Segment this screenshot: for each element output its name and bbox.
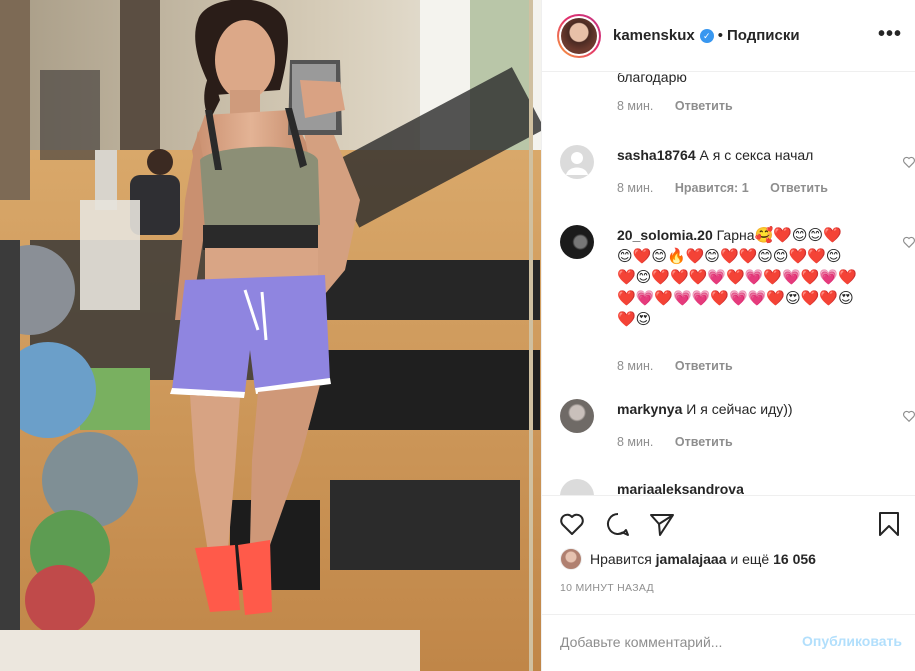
comment-like-icon[interactable]	[902, 155, 915, 169]
comment-time: 8 мин.	[617, 99, 654, 113]
more-options-icon[interactable]: •••	[878, 24, 902, 44]
liker-avatar[interactable]	[560, 548, 582, 570]
comment-input[interactable]	[560, 631, 790, 653]
comment-time: 8 мин.	[617, 435, 654, 449]
comment-meta: 8 мин. Нравится: 1 Ответить	[617, 181, 846, 195]
paper-plane-icon[interactable]	[648, 510, 676, 538]
comment-content: И я сейчас иду))	[686, 401, 793, 417]
reply-button[interactable]: Ответить	[770, 181, 828, 195]
reply-button[interactable]: Ответить	[675, 99, 733, 113]
comment-icon[interactable]	[604, 510, 632, 538]
liker-username[interactable]: jamalajaaa	[656, 551, 727, 567]
verified-badge-icon: ✓	[699, 28, 714, 43]
commenter-avatar[interactable]	[560, 399, 594, 433]
comment-content: Гарна	[716, 227, 755, 243]
comment-meta: 8 мин. Ответить	[617, 359, 751, 373]
comment-time: 8 мин.	[617, 359, 654, 373]
comment-content: благодарю	[617, 73, 687, 85]
comment-text: mariaaleksandrova	[617, 479, 857, 495]
commenter-username[interactable]: 20_solomia.20	[617, 227, 713, 243]
comment-meta: 8 мин. Ответить	[617, 435, 751, 449]
comment-text: 20_solomia.20 Гарна🥰❤️😊😊❤️😊❤️😊🔥❤️😊❤️❤️😊😊…	[617, 225, 857, 330]
post-sidebar: kamenskux ✓ • Подписки ••• благодарю 8 м…	[541, 0, 915, 671]
reply-button[interactable]: Ответить	[675, 359, 733, 373]
bookmark-icon[interactable]	[875, 510, 903, 538]
comment-meta: 8 мин. Ответить	[617, 99, 751, 113]
comment-likes-button[interactable]: Нравится: 1	[675, 181, 749, 195]
comment-like-icon[interactable]	[902, 235, 915, 249]
author-username[interactable]: kamenskux	[613, 27, 695, 44]
commenter-username[interactable]: markynya	[617, 401, 682, 417]
post-timestamp[interactable]: 10 МИНУТ НАЗАД	[560, 582, 654, 594]
reply-button[interactable]: Ответить	[675, 435, 733, 449]
comment-text: благодарю	[617, 73, 857, 87]
gym-selfie-image	[0, 0, 541, 671]
commenter-avatar[interactable]	[560, 145, 594, 179]
commenter-username[interactable]: mariaaleksandrova	[617, 481, 744, 495]
comment-content: А я с секса начал	[699, 147, 814, 163]
post-header: kamenskux ✓ • Подписки •••	[542, 0, 915, 72]
post-actions: Нравится jamalajaaa и ещё 16 056 10 МИНУ…	[542, 495, 915, 615]
commenter-avatar[interactable]	[560, 225, 594, 259]
likes-prefix: Нравится	[590, 551, 652, 567]
likes-count-button[interactable]: 16 056	[773, 551, 816, 567]
header-separator: •	[717, 27, 723, 44]
heart-icon[interactable]	[558, 510, 586, 538]
comment-text: markynya И я сейчас иду))	[617, 399, 857, 419]
comments-list[interactable]: благодарю 8 мин. Ответить sasha18764 А я…	[542, 73, 915, 495]
author-avatar[interactable]	[557, 13, 601, 58]
post-photo[interactable]	[0, 0, 541, 671]
following-button[interactable]: Подписки	[727, 27, 800, 44]
publish-button[interactable]: Опубликовать	[802, 633, 902, 649]
comment-time: 8 мин.	[617, 181, 654, 195]
comment-text: sasha18764 А я с секса начал	[617, 145, 857, 165]
likes-summary: Нравится jamalajaaa и ещё 16 056	[560, 548, 816, 570]
likes-middle: и ещё	[730, 551, 770, 567]
comment-like-icon[interactable]	[902, 409, 915, 423]
commenter-username[interactable]: sasha18764	[617, 147, 696, 163]
add-comment-section: Опубликовать	[542, 614, 915, 671]
commenter-avatar[interactable]	[560, 479, 594, 495]
